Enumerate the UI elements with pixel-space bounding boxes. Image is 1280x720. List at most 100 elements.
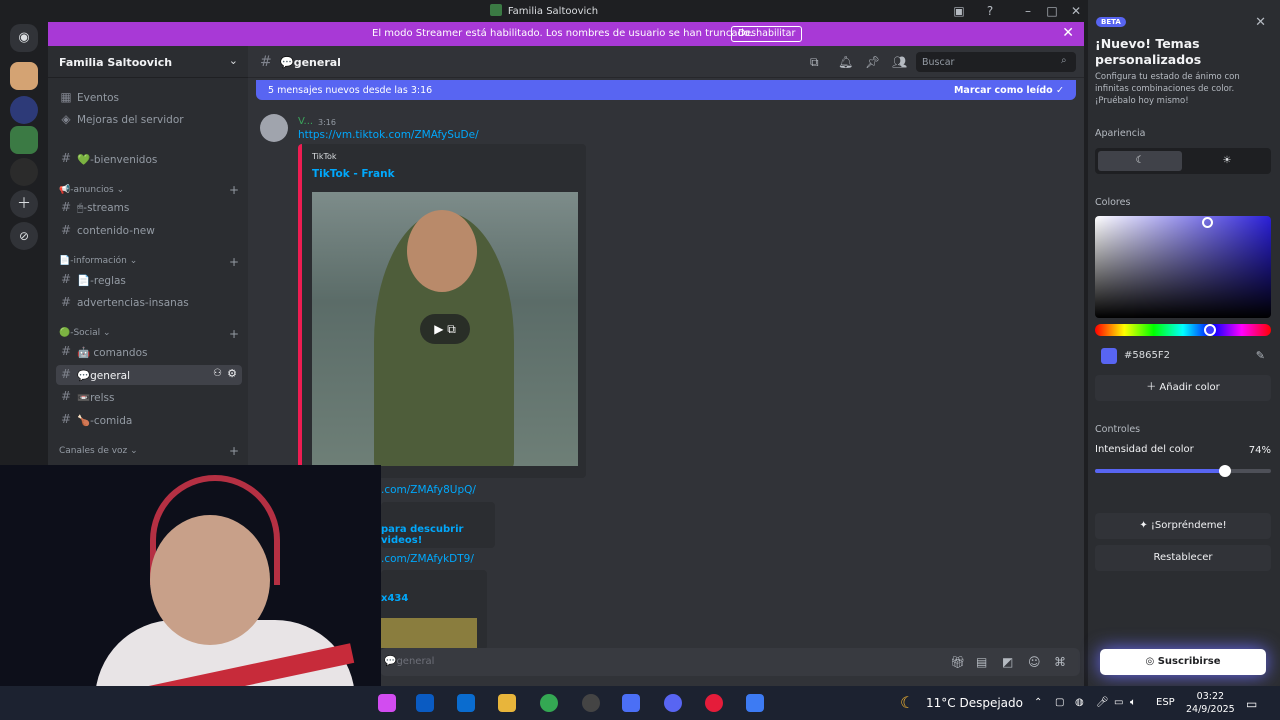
intensity-handle[interactable] (1219, 465, 1232, 477)
outlook-icon[interactable] (457, 694, 475, 712)
server-icon-2[interactable] (10, 96, 38, 124)
category-anuncios[interactable]: 📢-anuncios ⌄ (59, 185, 124, 195)
minimize-button[interactable]: – (1020, 3, 1036, 19)
emoji-icon[interactable]: ☺ (1028, 655, 1041, 669)
channel-comandos[interactable]: # 🤖 comandos (56, 342, 242, 362)
chevron-up-icon[interactable]: ⌃ (1034, 697, 1042, 708)
server-header[interactable]: Familia Saltoovich ⌄ (48, 46, 248, 78)
embed-2-title[interactable]: para descubrir videos! (381, 524, 495, 546)
sidebar-item-mejoras[interactable]: ◈ Mejoras del servidor (56, 110, 242, 130)
hex-value[interactable]: #5865F2 (1124, 350, 1170, 361)
color-picker[interactable] (1095, 216, 1271, 318)
avatar[interactable] (260, 114, 288, 142)
app-icon-3[interactable] (622, 694, 640, 712)
video-thumbnail[interactable]: ▶ ⧉ (312, 192, 578, 466)
discord-home-icon[interactable]: ◉ (10, 24, 38, 52)
color-swatch[interactable] (1101, 348, 1117, 364)
channel-advertencias[interactable]: # advertencias-insanas (56, 293, 242, 313)
invite-icon[interactable]: ⚇ (213, 368, 222, 379)
threads-icon[interactable]: ⧉ (810, 55, 819, 70)
discord-taskbar-icon[interactable] (664, 694, 682, 712)
surprise-button[interactable]: ✦ ¡Sorpréndeme! (1095, 513, 1271, 539)
gift-icon[interactable]: 🎁︎ (950, 655, 965, 669)
mark-read-button[interactable]: Marcar como leído ✓ (954, 85, 1064, 96)
light-mode-option[interactable]: ☀ (1185, 151, 1269, 171)
server-icon-3[interactable] (10, 158, 38, 186)
channel-contenido-new[interactable]: # contenido-new (56, 221, 242, 241)
explore-icon[interactable]: ⊘ (10, 222, 38, 250)
message-author[interactable]: V... (298, 116, 313, 127)
channel-reglas[interactable]: # 📄-reglas (56, 270, 242, 290)
play-icon[interactable]: ▶ ⧉ (420, 314, 470, 344)
message-composer[interactable]: 💬general 🎁︎ ▤ ◩ ☺ ⌘ (380, 648, 1080, 676)
embed-3-thumbnail[interactable] (381, 618, 477, 648)
channel-relss[interactable]: # 📼relss (56, 387, 242, 407)
panel-title: ¡Nuevo! Temas personalizados (1095, 36, 1202, 67)
add-server-icon[interactable]: ＋ (10, 190, 38, 218)
message-link-2[interactable]: .com/ZMAfy8UpQ/ (381, 484, 476, 496)
app-icon-5[interactable] (746, 694, 764, 712)
add-channel-icon[interactable]: + (229, 327, 239, 341)
new-messages-text: 5 mensajes nuevos desde las 3:16 (268, 85, 433, 96)
weather-text[interactable]: 11°C Despejado (926, 696, 1023, 710)
picker-handle[interactable] (1202, 217, 1213, 228)
message-link-3[interactable]: .com/ZMAfykDT9/ (381, 553, 474, 565)
category-informacion[interactable]: 📄-información ⌄ (59, 256, 137, 266)
pin-icon[interactable]: 📌︎ (865, 55, 880, 69)
hue-handle[interactable] (1204, 324, 1216, 336)
server-icon-1[interactable] (10, 62, 38, 90)
add-channel-icon[interactable]: + (229, 444, 239, 458)
bell-icon[interactable]: 🔔︎ (838, 55, 853, 69)
channel-streams[interactable]: # 🖱-streams (56, 198, 242, 218)
add-channel-icon[interactable]: + (229, 183, 239, 197)
clock[interactable]: 03:22 24/9/2025 (1186, 690, 1235, 716)
reset-button[interactable]: Restablecer (1095, 545, 1271, 571)
add-channel-icon[interactable]: + (229, 255, 239, 269)
new-messages-bar[interactable]: 5 mensajes nuevos desde las 3:16 Marcar … (256, 80, 1076, 100)
app-icon-store[interactable] (416, 694, 434, 712)
category-voz[interactable]: Canales de voz ⌄ (59, 446, 138, 456)
server-icon-familia[interactable] (10, 126, 38, 154)
subscribe-button[interactable]: ◎ Suscribirse (1100, 649, 1266, 675)
gif-icon[interactable]: ▤ (976, 655, 987, 669)
intensity-label: Intensidad del color (1095, 444, 1194, 455)
message-link[interactable]: https://vm.tiktok.com/ZMAfySuDe/ (298, 129, 479, 141)
close-window-button[interactable]: ✕ (1068, 3, 1084, 19)
close-icon[interactable]: ✕ (1255, 15, 1266, 30)
channel-comida[interactable]: # 🍗-comida (56, 410, 242, 430)
app-icon-1[interactable] (378, 694, 396, 712)
channel-general[interactable]: # 💬general ⚇ ⚙ (56, 365, 242, 385)
dark-mode-option[interactable]: ☾ (1098, 151, 1182, 171)
chrome-icon[interactable] (540, 694, 558, 712)
game-icon[interactable]: ⌘ (1054, 655, 1066, 669)
inbox-icon[interactable]: ▣ (951, 3, 967, 19)
monitor-icon[interactable]: ▭ (1114, 697, 1123, 708)
search-input[interactable] (916, 52, 1076, 72)
disable-streamer-button[interactable]: Deshabilitar (731, 26, 803, 42)
tray-icon-2[interactable]: ◍ (1075, 697, 1084, 708)
folder-icon[interactable] (498, 694, 516, 712)
server-name: Familia Saltoovich (59, 56, 173, 69)
notifications-icon[interactable]: ▭ (1246, 697, 1257, 711)
members-icon[interactable]: 👥︎ (892, 55, 907, 69)
language-indicator[interactable]: ESP (1156, 697, 1175, 708)
sidebar-item-eventos[interactable]: ▦ Eventos (56, 88, 242, 108)
mic-icon[interactable]: 🎤︎ (1096, 697, 1109, 708)
app-icon-4[interactable] (705, 694, 723, 712)
hue-slider[interactable] (1095, 324, 1271, 336)
category-social[interactable]: 🟢-Social ⌄ (59, 328, 111, 338)
maximize-button[interactable]: □ (1044, 3, 1060, 19)
help-icon[interactable]: ? (982, 3, 998, 19)
sticker-icon[interactable]: ◩ (1002, 655, 1013, 669)
embed-3-title[interactable]: x434 (381, 593, 408, 604)
intensity-slider[interactable] (1095, 465, 1271, 477)
gear-icon[interactable]: ⚙ (227, 367, 237, 380)
app-icon-2[interactable] (582, 694, 600, 712)
tray-icon-1[interactable]: ▢ (1055, 697, 1064, 708)
embed-title[interactable]: TikTok - Frank (312, 168, 395, 180)
channel-bienvenidos[interactable]: # 💚-bienvenidos (56, 149, 242, 169)
volume-icon[interactable]: 🔈︎ (1130, 697, 1136, 708)
add-color-button[interactable]: ＋ Añadir color (1095, 375, 1271, 401)
eyedropper-icon[interactable]: ✎ (1256, 349, 1265, 362)
close-banner-icon[interactable]: ✕ (1062, 25, 1074, 41)
